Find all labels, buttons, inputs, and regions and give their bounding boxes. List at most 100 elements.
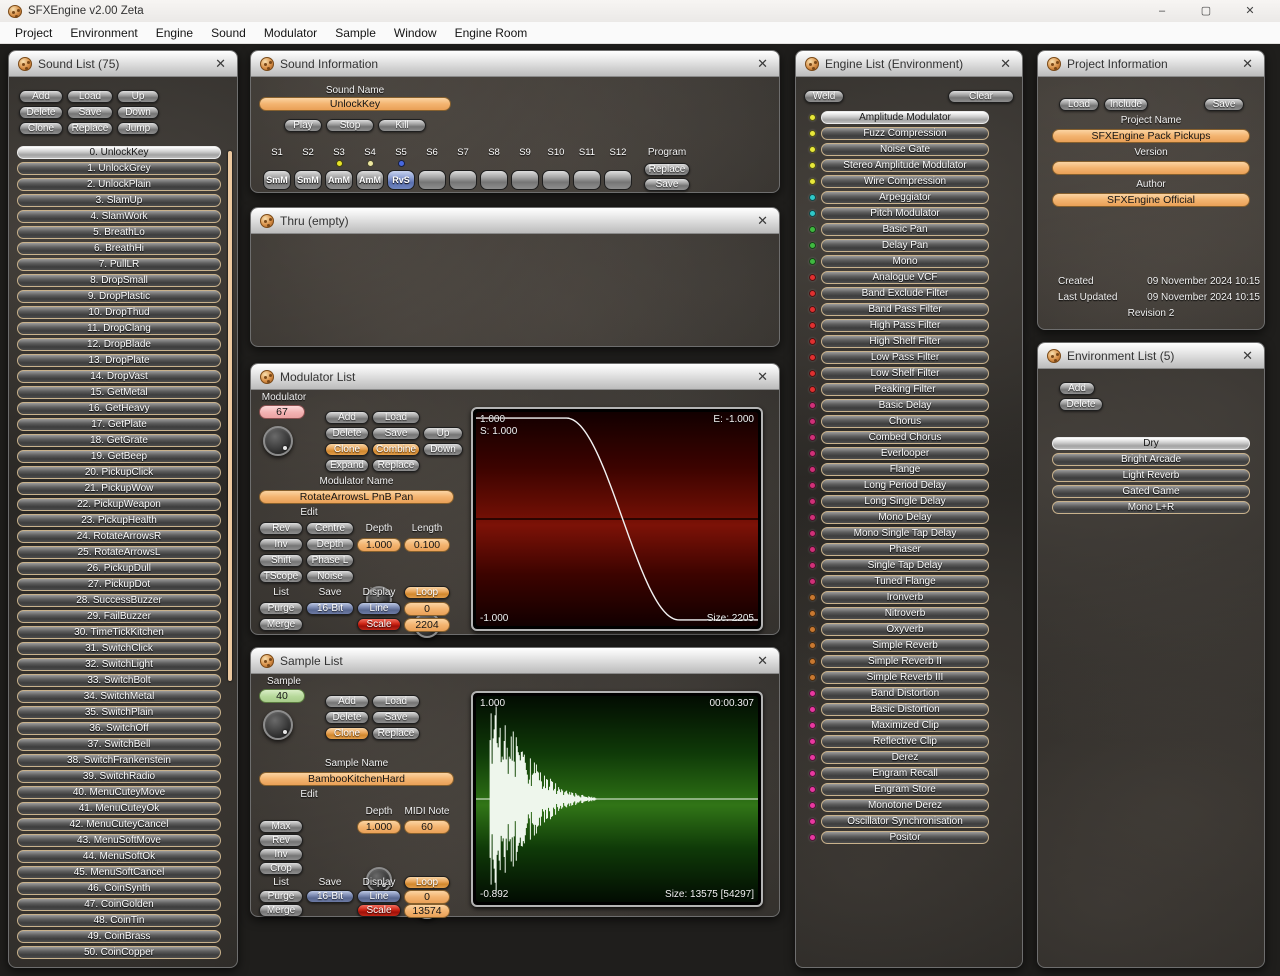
engine-list-item-label[interactable]: Mono Single Tap Delay (821, 527, 989, 540)
engine-list-item-label[interactable]: Ironverb (821, 591, 989, 604)
project-save-button[interactable]: Save (1204, 98, 1244, 111)
engine-list-item[interactable]: Oxyverb (796, 623, 1022, 636)
sound-list-item[interactable]: 18. GetGrate (17, 434, 221, 447)
sound-list-item[interactable]: 46. CoinSynth (17, 882, 221, 895)
sound-list-item[interactable]: 19. GetBeep (17, 450, 221, 463)
sound-list-item[interactable]: 8. DropSmall (17, 274, 221, 287)
sound-list-item[interactable]: 42. MenuCuteyCancel (17, 818, 221, 831)
engine-list-item-label[interactable]: Low Pass Filter (821, 351, 989, 364)
sound-up-button[interactable]: Up (117, 90, 159, 103)
mod-tscope-button[interactable]: TScope (259, 570, 303, 583)
sound-clone-button[interactable]: Clone (19, 122, 63, 135)
engine-list-item-label[interactable]: Long Period Delay (821, 479, 989, 492)
engine-list-item-label[interactable]: Maximized Clip (821, 719, 989, 732)
sample-loop-field[interactable]: 0 (404, 890, 450, 904)
sound-list-item[interactable]: 38. SwitchFrankenstein (17, 754, 221, 767)
engine-list-item-label[interactable]: Phaser (821, 543, 989, 556)
sample-display[interactable]: 1.000 00:00.307 -0.892 Size: 13575 [5429… (471, 691, 763, 907)
engine-list-item-label[interactable]: Basic Distortion (821, 703, 989, 716)
close-button[interactable]: ✕ (1228, 0, 1272, 22)
engine-list-item-label[interactable]: Stereo Amplitude Modulator (821, 159, 989, 172)
engine-list-item[interactable]: Analogue VCF (796, 271, 1022, 284)
engine-list-item-label[interactable]: Flange (821, 463, 989, 476)
engine-list-item[interactable]: Simple Reverb (796, 639, 1022, 652)
engine-list-item-label[interactable]: Engram Recall (821, 767, 989, 780)
mod-noise-button[interactable]: Noise (306, 570, 354, 583)
engine-list-item-label[interactable]: Mono Delay (821, 511, 989, 524)
environment-list-item[interactable]: Mono L+R (1052, 501, 1250, 514)
modulator-down-button[interactable]: Down (423, 443, 463, 456)
mod-rev-button[interactable]: Rev (259, 522, 303, 535)
engine-list-item-label[interactable]: Delay Pan (821, 239, 989, 252)
mod-depth-field[interactable]: 1.000 (357, 538, 401, 552)
engine-list-item[interactable]: Nitroverb (796, 607, 1022, 620)
sound-list-item[interactable]: 14. DropVast (17, 370, 221, 383)
engine-list-item-label[interactable]: Wire Compression (821, 175, 989, 188)
mod-line-button[interactable]: Line (357, 602, 401, 615)
sound-list-item[interactable]: 35. SwitchPlain (17, 706, 221, 719)
menu-item[interactable]: Project (6, 26, 61, 40)
menu-item[interactable]: Window (385, 26, 446, 40)
sound-delete-button[interactable]: Delete (19, 106, 63, 119)
modulator-save-button[interactable]: Save (372, 427, 420, 440)
mod-purge-button[interactable]: Purge (259, 602, 303, 615)
mod-merge-button[interactable]: Merge (259, 618, 303, 631)
modulator-expand-button[interactable]: Expand (325, 459, 369, 472)
minimize-button[interactable]: – (1140, 0, 1184, 22)
engine-list-item[interactable]: Everlooper (796, 447, 1022, 460)
menu-item[interactable]: Modulator (255, 26, 326, 40)
environment-list-item[interactable]: Bright Arcade (1052, 453, 1250, 466)
sound-list-item[interactable]: 47. CoinGolden (17, 898, 221, 911)
engine-list-item-label[interactable]: Chorus (821, 415, 989, 428)
sound-list-item[interactable]: 10. DropThud (17, 306, 221, 319)
sample-delete-button[interactable]: Delete (325, 711, 369, 724)
sound-name-field[interactable]: UnlockKey (259, 97, 451, 111)
engine-list-item[interactable]: Monotone Derez (796, 799, 1022, 812)
sound-list-item[interactable]: 26. PickupDull (17, 562, 221, 575)
sound-replace-button[interactable]: Replace (67, 122, 113, 135)
sound-list-item[interactable]: 15. GetMetal (17, 386, 221, 399)
mod-length-field[interactable]: 0.100 (404, 538, 450, 552)
clear-button[interactable]: Clear (948, 90, 1014, 103)
engine-list-item[interactable]: Reflective Clip (796, 735, 1022, 748)
modulator-combine-button[interactable]: Combine (372, 443, 420, 456)
sample-rev-button[interactable]: Rev (259, 834, 303, 847)
engine-list-item[interactable]: Simple Reverb II (796, 655, 1022, 668)
sound-list-item[interactable]: 5. BreathLo (17, 226, 221, 239)
environment-add-button[interactable]: Add (1059, 382, 1095, 395)
sample-load-button[interactable]: Load (372, 695, 420, 708)
sample-loop-button[interactable]: Loop (404, 876, 450, 889)
program-slot-button[interactable] (480, 170, 508, 190)
engine-list-item[interactable]: Arpeggiator (796, 191, 1022, 204)
sound-list-item[interactable]: 43. MenuSoftMove (17, 834, 221, 847)
program-save-button[interactable]: Save (644, 178, 690, 191)
sound-list-item[interactable]: 13. DropPlate (17, 354, 221, 367)
engine-list-item-label[interactable]: Single Tap Delay (821, 559, 989, 572)
engine-list-item[interactable]: Oscillator Synchronisation (796, 815, 1022, 828)
sample-scale-button[interactable]: Scale (357, 904, 401, 917)
modulator-replace-button[interactable]: Replace (372, 459, 420, 472)
sound-list-item[interactable]: 16. GetHeavy (17, 402, 221, 415)
program-slot-button[interactable] (542, 170, 570, 190)
kill-button[interactable]: Kill (378, 119, 426, 132)
sound-list-item[interactable]: 21. PickupWow (17, 482, 221, 495)
engine-list-item[interactable]: Maximized Clip (796, 719, 1022, 732)
engine-list-item-label[interactable]: Simple Reverb (821, 639, 989, 652)
modulator-delete-button[interactable]: Delete (325, 427, 369, 440)
engine-list-item-label[interactable]: Basic Delay (821, 399, 989, 412)
sample-name-field[interactable]: BambooKitchenHard (259, 772, 454, 786)
engine-list-item[interactable]: Chorus (796, 415, 1022, 428)
sound-list-item[interactable]: 40. MenuCuteyMove (17, 786, 221, 799)
program-slot-button[interactable]: SmM (263, 170, 291, 190)
sound-list-item[interactable]: 22. PickupWeapon (17, 498, 221, 511)
program-slot-button[interactable] (449, 170, 477, 190)
modulator-load-button[interactable]: Load (372, 411, 420, 424)
engine-list-item[interactable]: Basic Distortion (796, 703, 1022, 716)
engine-list-item-label[interactable]: Amplitude Modulator (821, 111, 989, 124)
close-icon[interactable]: ✕ (1240, 56, 1255, 72)
sound-save-button[interactable]: Save (67, 106, 113, 119)
sound-list-item[interactable]: 4. SlamWork (17, 210, 221, 223)
menu-item[interactable]: Engine Room (446, 26, 537, 40)
mod-inv-button[interactable]: Inv (259, 538, 303, 551)
engine-list-item-label[interactable]: Reflective Clip (821, 735, 989, 748)
